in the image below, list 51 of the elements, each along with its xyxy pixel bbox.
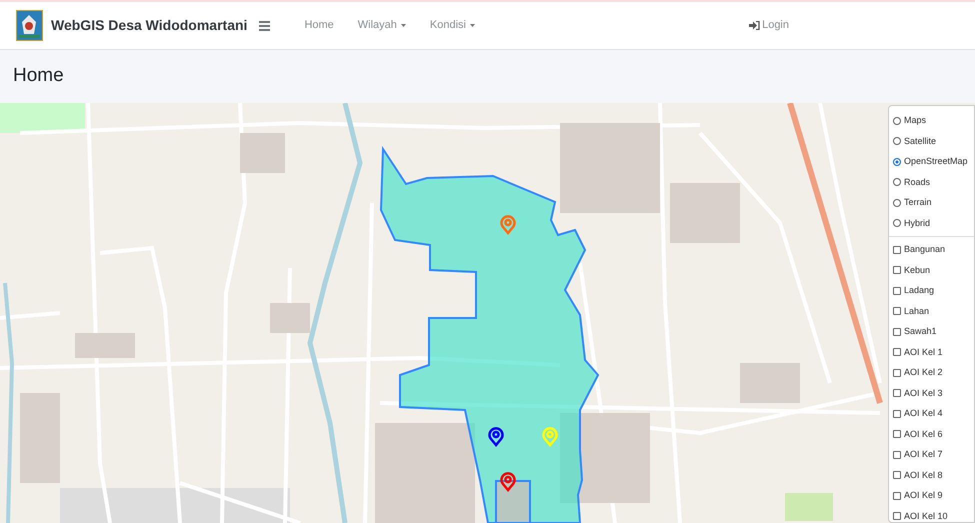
base-layer-option[interactable]: Hybrid bbox=[893, 216, 970, 230]
overlay-layer-option[interactable]: Kebun bbox=[893, 264, 970, 277]
checkbox[interactable] bbox=[893, 410, 901, 418]
overlay-layer-option[interactable]: AOI Kel 4 bbox=[893, 407, 970, 420]
map-marker-icon[interactable] bbox=[500, 215, 516, 234]
page-title: Home bbox=[13, 64, 64, 88]
checkbox[interactable] bbox=[893, 389, 901, 398]
base-layer-option[interactable]: Terrain bbox=[893, 196, 970, 210]
overlay-layer-option[interactable]: AOI Kel 2 bbox=[893, 366, 970, 380]
overlay-layer-option[interactable]: AOI Kel 1 bbox=[893, 346, 970, 359]
overlay-layer-option[interactable]: Bangunan bbox=[893, 243, 970, 256]
brand-title[interactable]: WebGIS Desa Widodomartani bbox=[51, 15, 248, 36]
radio-button[interactable] bbox=[893, 158, 901, 166]
overlay-layer-option[interactable]: AOI Kel 3 bbox=[893, 386, 970, 400]
overlay-layer-option[interactable]: AOI Kel 9 bbox=[893, 489, 970, 502]
map-marker-icon[interactable] bbox=[500, 472, 516, 492]
radio-button[interactable] bbox=[893, 219, 901, 228]
checkbox[interactable] bbox=[893, 492, 901, 500]
caret-icon bbox=[470, 24, 475, 27]
map-marker-icon[interactable] bbox=[488, 427, 504, 446]
base-layer-option[interactable]: OpenStreetMap bbox=[893, 155, 970, 168]
radio-button[interactable] bbox=[893, 178, 901, 186]
sign-in-icon bbox=[749, 21, 760, 30]
checkbox[interactable] bbox=[893, 286, 901, 295]
checkbox[interactable] bbox=[893, 266, 901, 274]
radio-button[interactable] bbox=[893, 116, 901, 125]
base-layer-option[interactable]: Maps bbox=[893, 114, 970, 128]
village-boundary-polygon[interactable] bbox=[380, 146, 600, 523]
overlay-layer-option[interactable]: AOI Kel 10 bbox=[893, 510, 970, 522]
base-layer-option[interactable]: Roads bbox=[893, 176, 970, 189]
caret-icon bbox=[400, 24, 406, 27]
base-layer-option[interactable]: Satellite bbox=[893, 134, 970, 148]
menu-icon[interactable] bbox=[259, 20, 270, 30]
checkbox[interactable] bbox=[893, 471, 901, 480]
overlay-layer-option[interactable]: AOI Kel 7 bbox=[893, 448, 970, 462]
checkbox[interactable] bbox=[893, 307, 901, 316]
checkbox[interactable] bbox=[893, 348, 901, 356]
checkbox[interactable] bbox=[893, 368, 901, 377]
radio-button[interactable] bbox=[893, 198, 901, 207]
overlay-layer-option[interactable]: Sawah1 bbox=[893, 325, 970, 338]
checkbox[interactable] bbox=[893, 328, 901, 336]
checkbox[interactable] bbox=[893, 246, 901, 254]
overlay-layer-option[interactable]: Lahan bbox=[893, 304, 970, 318]
overlay-layer-option[interactable]: AOI Kel 8 bbox=[893, 468, 970, 482]
emblem-logo-icon bbox=[16, 10, 43, 41]
overlay-layer-option[interactable]: Ladang bbox=[893, 284, 970, 298]
checkbox[interactable] bbox=[893, 430, 901, 438]
radio-button[interactable] bbox=[893, 137, 901, 146]
checkbox[interactable] bbox=[893, 450, 901, 459]
overlay-layer-option[interactable]: AOI Kel 6 bbox=[893, 428, 970, 441]
checkbox[interactable] bbox=[893, 512, 901, 520]
